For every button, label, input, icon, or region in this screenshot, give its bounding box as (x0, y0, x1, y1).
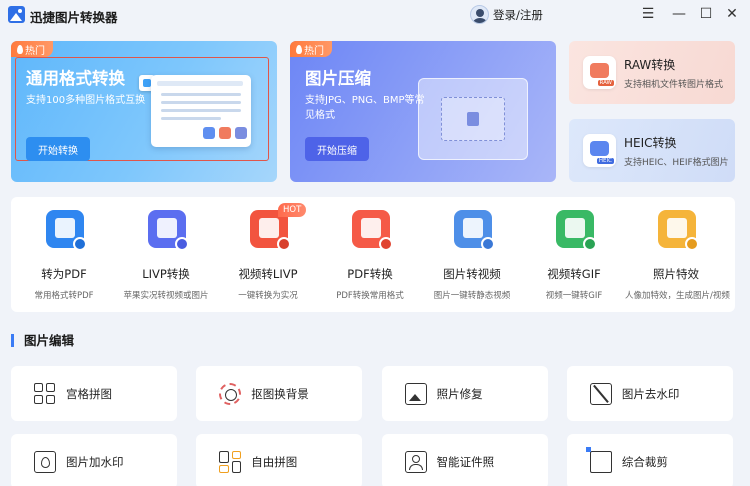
remove-watermark-icon (589, 383, 612, 405)
tool-desc: 人像加特效，生成图片/视频 (625, 291, 730, 301)
free-collage-icon (219, 451, 242, 473)
edit-tool-label: 综合裁剪 (621, 455, 668, 469)
heic-title: HEIC转换 (624, 136, 677, 150)
id-photo-icon (404, 451, 427, 473)
tool-image-video[interactable]: 图片转视频图片一键转静态视频 (421, 197, 523, 312)
tool-gif[interactable]: 视频转GIF 视频一键转GIF (523, 197, 625, 312)
tool-name: 照片特效 (653, 267, 699, 281)
tool-desc: 视频一键转GIF (545, 291, 603, 301)
tool-desc: 常用格式转PDF (34, 291, 94, 301)
grid-collage-icon (34, 383, 56, 405)
pdf-convert-icon (46, 210, 87, 251)
hot-tag: 热门 (11, 41, 53, 57)
edit-tool-grid-collage[interactable]: 宫格拼图 (11, 366, 177, 421)
tool-desc: 图片一键转静态视频 (433, 291, 511, 301)
tool-desc: 一键转换为实况 (238, 291, 298, 301)
hot-badge: HOT (278, 203, 307, 217)
edit-tool-crop[interactable]: 综合裁剪 (566, 434, 733, 486)
login-label: 登录/注册 (493, 7, 543, 22)
start-convert-button[interactable]: 开始转换 (26, 137, 90, 161)
login-button[interactable]: 登录/注册 (470, 5, 543, 24)
tool-pdf-convert[interactable]: 转为PDF 常用格式转PDF (13, 197, 115, 312)
heic-desc: 支持HEIC、HEIF格式图片 (624, 158, 729, 168)
tool-livp[interactable]: LIVP转换苹果实况转视频或图片 (115, 197, 217, 312)
edit-tool-photo-repair[interactable]: 照片修复 (381, 366, 548, 421)
cutout-icon (219, 383, 242, 405)
gif-icon (556, 210, 597, 251)
tool-desc: 苹果实况转视频或图片 (123, 291, 209, 301)
raw-icon: RAW (583, 56, 616, 89)
tool-effects[interactable]: 照片特效人像加特效，生成图片/视频 (625, 197, 730, 312)
banner-title: 图片压缩 (305, 69, 371, 88)
banner-format-convert[interactable]: 热门 通用格式转换 支持100多种图片格式互换 开始转换 (11, 41, 277, 182)
add-watermark-icon (34, 451, 56, 473)
raw-desc: 支持相机文件转图片格式 (624, 80, 724, 90)
edit-tool-label: 图片加水印 (66, 455, 124, 469)
edit-tool-label: 抠图换背景 (251, 387, 309, 401)
edit-tool-add-watermark[interactable]: 图片加水印 (11, 434, 177, 486)
tool-name: 视频转LIVP (238, 267, 298, 281)
image-video-icon (454, 210, 495, 251)
hot-label: 热门 (304, 45, 324, 57)
tool-desc: PDF转换常用格式 (336, 291, 404, 301)
pdf-icon (352, 210, 393, 251)
raw-title: RAW转换 (624, 58, 676, 72)
banner-title: 通用格式转换 (26, 69, 125, 88)
banner-desc: 支持JPG、PNG、BMP等常见格式 (305, 95, 425, 121)
start-compress-button[interactable]: 开始压缩 (305, 137, 369, 161)
banner-compress[interactable]: 热门 图片压缩 支持JPG、PNG、BMP等常见格式 开始压缩 (290, 41, 556, 182)
edit-tool-id-photo[interactable]: 智能证件照 (381, 434, 548, 486)
app-logo-icon (8, 6, 25, 23)
title-bar: 迅捷图片转换器 登录/注册 ☰ — ☐ ✕ (0, 0, 750, 30)
maximize-button[interactable]: ☐ (696, 4, 716, 24)
edit-tool-label: 图片去水印 (621, 387, 680, 401)
edit-tool-label: 照片修复 (436, 387, 483, 401)
heic-convert-card[interactable]: HEIC HEIC转换 支持HEIC、HEIF格式图片 (569, 119, 735, 182)
banner-desc: 支持100多种图片格式互换 (26, 95, 146, 106)
flame-icon (296, 44, 302, 54)
menu-icon[interactable]: ☰ (638, 4, 658, 24)
raw-convert-card[interactable]: RAW RAW转换 支持相机文件转图片格式 (569, 41, 735, 104)
tool-pdf[interactable]: PDF转换 PDF转换常用格式 (319, 197, 421, 312)
section-title: 图片编辑 (11, 334, 74, 347)
livp-icon (148, 210, 189, 251)
effects-icon (658, 210, 699, 251)
tool-name: 视频转GIF (547, 267, 601, 281)
tool-name: 图片转视频 (443, 267, 501, 281)
flame-icon (17, 44, 23, 54)
app-preview-illustration (151, 75, 251, 147)
crop-icon (585, 447, 612, 473)
edit-tool-label: 自由拼图 (251, 455, 298, 469)
edit-tool-remove-watermark[interactable]: 图片去水印 (566, 366, 733, 421)
avatar-icon (470, 5, 489, 24)
app-title: 迅捷图片转换器 (30, 10, 118, 25)
photo-repair-icon (404, 383, 427, 405)
edit-tool-label: 智能证件照 (436, 455, 495, 469)
heic-icon: HEIC (583, 134, 616, 167)
hot-tag: 热门 (290, 41, 332, 57)
compress-illustration (418, 78, 528, 160)
hot-label: 热门 (25, 45, 45, 57)
tools-panel: 转为PDF 常用格式转PDF LIVP转换 苹果实况转视频或图片 视频转LIVP 一键转换… (11, 197, 735, 312)
minimize-button[interactable]: — (669, 4, 689, 24)
tool-name: 转为PDF (41, 267, 87, 281)
tool-name: PDF转换 (347, 267, 393, 281)
edit-tool-label: 宫格拼图 (66, 387, 112, 401)
edit-tool-free-collage[interactable]: 自由拼图 (196, 434, 363, 486)
tool-name: LIVP转换 (142, 267, 190, 281)
close-button[interactable]: ✕ (722, 4, 742, 24)
edit-tool-cutout[interactable]: 抠图换背景 (196, 366, 363, 421)
